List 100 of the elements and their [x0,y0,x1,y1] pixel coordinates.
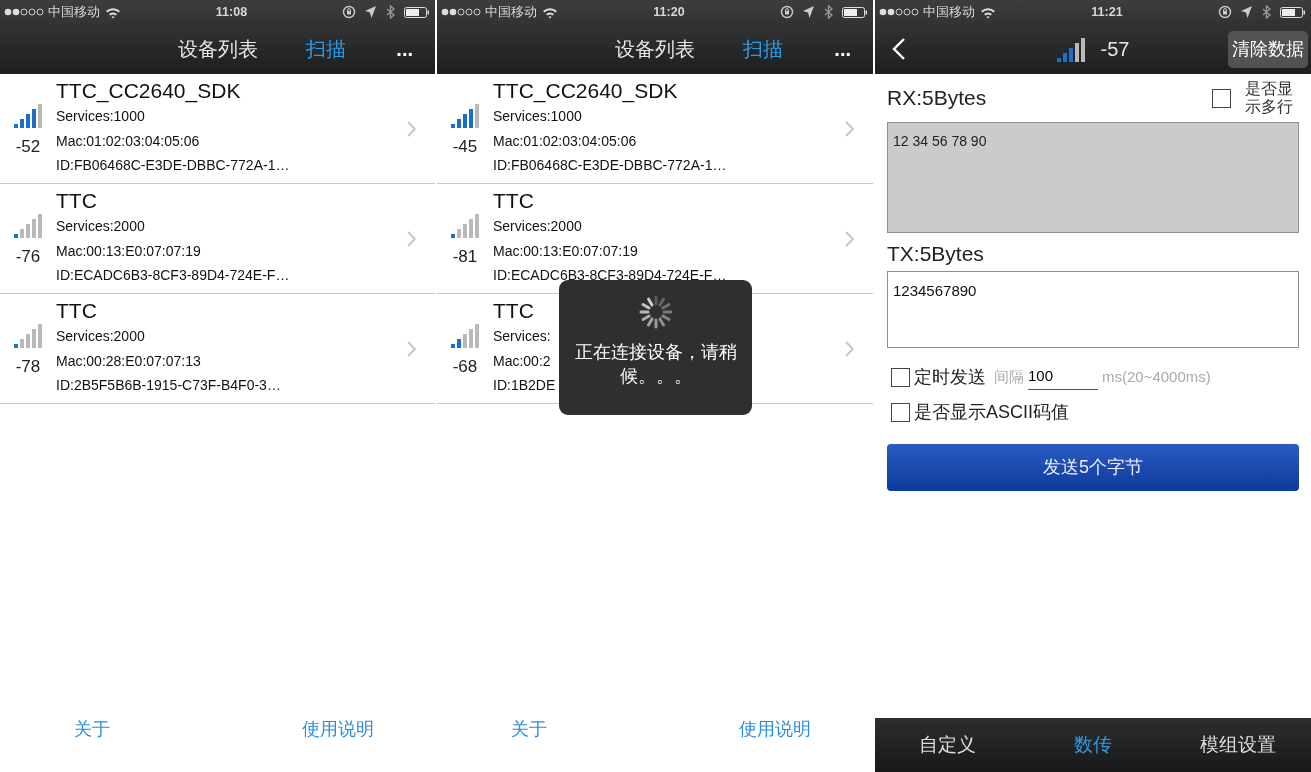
battery-icon [842,6,867,18]
wifi-icon [542,5,558,19]
rssi-value: -52 [15,135,41,158]
chevron-right-icon [407,230,417,247]
more-button[interactable]: ... [396,39,413,59]
bluetooth-icon [385,5,396,19]
device-services: Services:1000 [493,107,582,126]
instructions-link[interactable]: 使用说明 [739,716,811,743]
device-name: TTC [56,188,97,214]
device-mac: Mac:01:02:03:04:05:06 [56,131,200,151]
device-id: ID:ECADC6B3-8CF3-89D4-724E-F… [56,266,290,285]
bluetooth-icon [1261,5,1272,19]
orientation-lock-icon [780,5,794,19]
device-name: TTC [493,298,534,324]
location-arrow-icon [802,5,815,19]
tab[interactable]: 数传 [1020,729,1166,761]
cellular-signal-icon [4,7,44,17]
scan-button[interactable]: 扫描 [305,34,346,64]
status-time: 11:08 [215,4,248,19]
device-id: ID:FB06468C-E3DE-DBBC-772A-1… [56,156,290,175]
device-services: Services: [493,327,551,346]
device-mac: Mac:00:13:E0:07:07:19 [56,241,201,261]
device-id: ID:FB06468C-E3DE-DBBC-772A-1… [493,156,727,175]
signal-strength-icon [14,321,42,348]
signal-strength-icon [1056,36,1085,62]
interval-unit: ms(20~4000ms) [1102,367,1211,388]
rx-label: RX:5Bytes [887,85,987,112]
device-name: TTC_CC2640_SDK [493,78,678,104]
signal-strength-icon [451,321,479,348]
more-button[interactable]: ... [834,39,851,59]
cellular-signal-icon [441,7,481,17]
signal-strength-icon [14,211,42,238]
screen-title: 设备列表 [177,37,258,62]
scan-button[interactable]: 扫描 [743,34,783,64]
multiline-label: 是否显示多行 [1245,80,1294,116]
device-id: ID:1B2DE [493,376,556,395]
signal-strength-icon [451,211,479,238]
instructions-link[interactable]: 使用说明 [302,716,374,743]
device-id: ID:2B5F5B6B-1915-C73F-B4F0-3… [56,376,281,395]
device-name: TTC_CC2640_SDK [56,78,241,104]
device-list-item[interactable]: -78 TTC Services:2000 Mac:00:28:E0:07:07:13 ID:2B5F5B6B-1915-C73F-B4F0-3… [0,294,435,404]
device-list-item[interactable]: -52 TTC_CC2640_SDK Services:1000 Mac:01:02:03:04:05:06 ID:FB06468C-E3DE-DBBC-772A-1… [0,74,435,184]
orientation-lock-icon [342,5,356,19]
carrier-name: 中国移动 [48,3,100,21]
tx-input-field[interactable]: 1234567890 [887,271,1299,348]
device-mac: Mac:00:28:E0:07:07:13 [56,351,201,371]
chevron-right-icon [407,340,417,357]
chevron-right-icon [407,120,417,137]
wifi-icon [105,5,121,19]
status-time: 11:20 [653,4,685,19]
chevron-right-icon [845,340,855,357]
checkbox[interactable] [891,403,910,422]
signal-strength-icon [14,101,42,128]
device-name: TTC [56,298,97,324]
battery-icon [404,6,429,18]
clear-data-button[interactable]: 清除数据 [1228,30,1308,68]
back-icon[interactable] [891,37,907,61]
cellular-signal-icon [879,7,919,17]
device-mac: Mac:00:13:E0:07:07:19 [493,241,638,261]
wifi-icon [980,5,996,19]
rx-data-area: 12 34 56 78 90 [887,122,1299,233]
carrier-name: 中国移动 [923,3,975,21]
rssi-value: -81 [452,245,478,268]
screen-title: 设备列表 [615,37,695,62]
device-services: Services:2000 [493,217,582,236]
device-services: Services:2000 [56,327,145,346]
tab[interactable]: 模组设置 [1165,729,1311,761]
rssi-value: -45 [452,135,478,158]
about-link[interactable]: 关于 [74,716,110,743]
send-button[interactable]: 发送5个字节 [887,444,1299,491]
rssi-value: -68 [452,355,478,378]
ascii-display-label: 是否显示ASCII码值 [914,401,1069,424]
location-arrow-icon [1240,5,1253,19]
bluetooth-icon [823,5,834,19]
device-mac: Mac:01:02:03:04:05:06 [493,131,637,151]
interval-label: 间隔 [994,367,1024,388]
chevron-right-icon [845,230,855,247]
device-services: Services:2000 [56,217,145,236]
signal-strength-icon [451,101,479,128]
tab[interactable]: 自定义 [875,729,1021,761]
checkbox[interactable] [1212,88,1231,108]
loading-message: 正在连接设备，请稍候。。。 [573,341,738,388]
device-list-item[interactable]: -45 TTC_CC2640_SDK Services:1000 Mac:01:02:03:04:05:06 ID:FB06468C-E3DE-DBBC-772A-1… [437,74,873,184]
status-time: 11:21 [1091,4,1123,19]
device-list-item[interactable]: -76 TTC Services:2000 Mac:00:13:E0:07:07:19 ID:ECADC6B3-8CF3-89D4-724E-F… [0,184,435,294]
timed-send-label: 定时发送 [914,366,986,389]
tx-label: TX:5Bytes [887,240,984,267]
device-name: TTC [493,188,534,214]
rssi-value: -78 [15,355,41,378]
battery-icon [1280,6,1305,18]
device-mac: Mac:00:2 [493,351,551,371]
device-services: Services:1000 [56,107,145,126]
checkbox[interactable] [891,368,910,387]
device-id: ID:ECADC6B3-8CF3-89D4-724E-F… [493,266,727,285]
location-arrow-icon [364,5,377,19]
chevron-right-icon [845,120,855,137]
rssi-value: -57 [1100,37,1130,62]
carrier-name: 中国移动 [485,3,537,21]
orientation-lock-icon [1218,5,1232,19]
about-link[interactable]: 关于 [511,716,547,743]
